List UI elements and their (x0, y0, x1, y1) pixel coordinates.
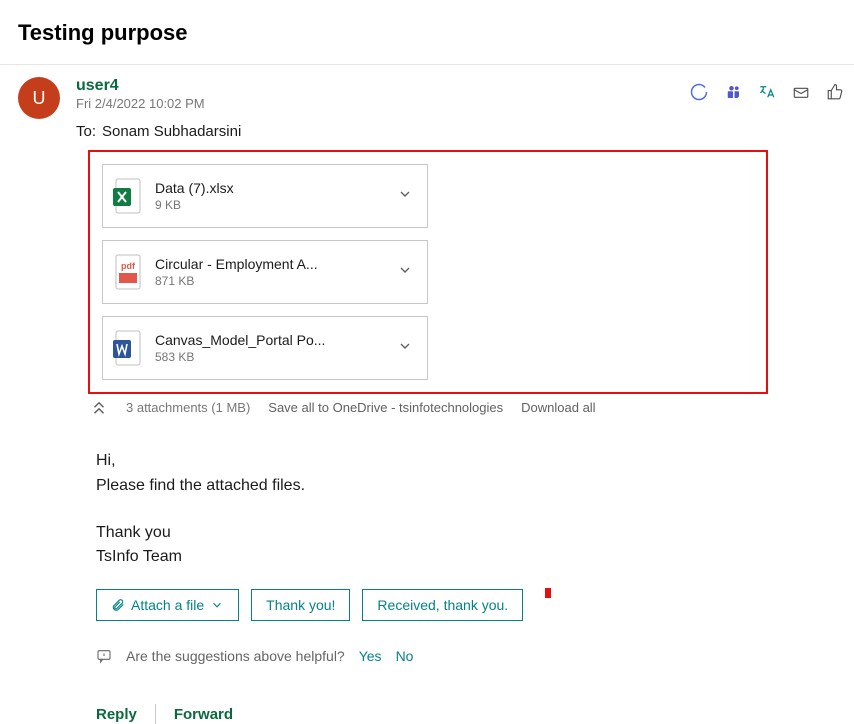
feedback-question: Are the suggestions above helpful? (126, 648, 345, 664)
translate-icon[interactable] (758, 83, 776, 106)
attachment-filesize: 871 KB (155, 274, 393, 288)
attachment-filesize: 9 KB (155, 198, 393, 212)
attachment-filename: Canvas_Model_Portal Po... (155, 332, 370, 348)
like-icon[interactable] (826, 83, 844, 106)
divider (155, 704, 156, 724)
message-header-bar: Testing purpose (0, 0, 854, 65)
chevron-down-icon (210, 598, 224, 612)
attachments-highlight-box: Data (7).xlsx 9 KB pdf Circular - Employ… (88, 150, 768, 394)
word-file-icon (113, 330, 143, 366)
message-info: U user4 Fri 2/4/2022 10:02 PM To:Sonam S… (18, 77, 854, 140)
body-line: TsInfo Team (96, 545, 854, 570)
feedback-row: Are the suggestions above helpful? Yes N… (96, 648, 854, 664)
reply-link[interactable]: Reply (96, 706, 137, 723)
suggested-reply-button[interactable]: Received, thank you. (362, 589, 523, 621)
attachment-count: 3 attachments (1 MB) (126, 400, 250, 415)
attachments-meta-row: 3 attachments (1 MB) Save all to OneDriv… (90, 400, 854, 415)
chevron-down-icon[interactable] (393, 182, 417, 211)
attach-file-label: Attach a file (131, 597, 204, 613)
attachment-card[interactable]: pdf Circular - Employment A... 871 KB (102, 240, 428, 304)
feedback-no-link[interactable]: No (396, 648, 414, 664)
loop-component-icon[interactable] (690, 83, 708, 106)
recipient-name: Sonam Subhadarsini (102, 123, 241, 140)
suggested-reply-button[interactable]: Thank you! (251, 589, 350, 621)
attachment-card[interactable]: Canvas_Model_Portal Po... 583 KB (102, 316, 428, 380)
attachment-filesize: 583 KB (155, 350, 393, 364)
attachment-filename: Data (7).xlsx (155, 180, 370, 196)
attachment-card[interactable]: Data (7).xlsx 9 KB (102, 164, 428, 228)
collapse-attachments-icon[interactable] (90, 401, 108, 415)
chevron-down-icon[interactable] (393, 258, 417, 287)
body-line: Thank you (96, 521, 854, 546)
chevron-down-icon[interactable] (393, 334, 417, 363)
pdf-file-icon: pdf (113, 254, 143, 290)
forward-link[interactable]: Forward (174, 706, 233, 723)
sender-avatar[interactable]: U (18, 77, 60, 119)
to-label: To: (76, 123, 96, 140)
suggested-actions-row: Attach a file Thank you! Received, thank… (96, 588, 854, 622)
svg-text:pdf: pdf (121, 261, 136, 271)
feedback-icon (96, 648, 112, 664)
save-all-onedrive-link[interactable]: Save all to OneDrive - tsinfotechnologie… (268, 400, 503, 415)
message-actions-toolbar (690, 83, 844, 106)
body-line: Hi, (96, 449, 854, 474)
body-line: Please find the attached files. (96, 474, 854, 499)
mark-read-icon[interactable] (792, 83, 810, 106)
excel-file-icon (113, 178, 143, 214)
teams-icon[interactable] (724, 83, 742, 106)
recipients-line: To: Sonam Subhadarsini (76, 123, 854, 140)
paperclip-icon (111, 598, 125, 612)
reply-forward-row: Reply Forward (96, 704, 854, 724)
feedback-yes-link[interactable]: Yes (359, 648, 382, 664)
marker-indicator (545, 588, 551, 598)
attach-file-button[interactable]: Attach a file (96, 589, 239, 621)
message-body: Hi, Please find the attached files. Than… (96, 449, 854, 570)
attachment-filename: Circular - Employment A... (155, 256, 370, 272)
download-all-link[interactable]: Download all (521, 400, 595, 415)
subject-text: Testing purpose (18, 20, 836, 46)
